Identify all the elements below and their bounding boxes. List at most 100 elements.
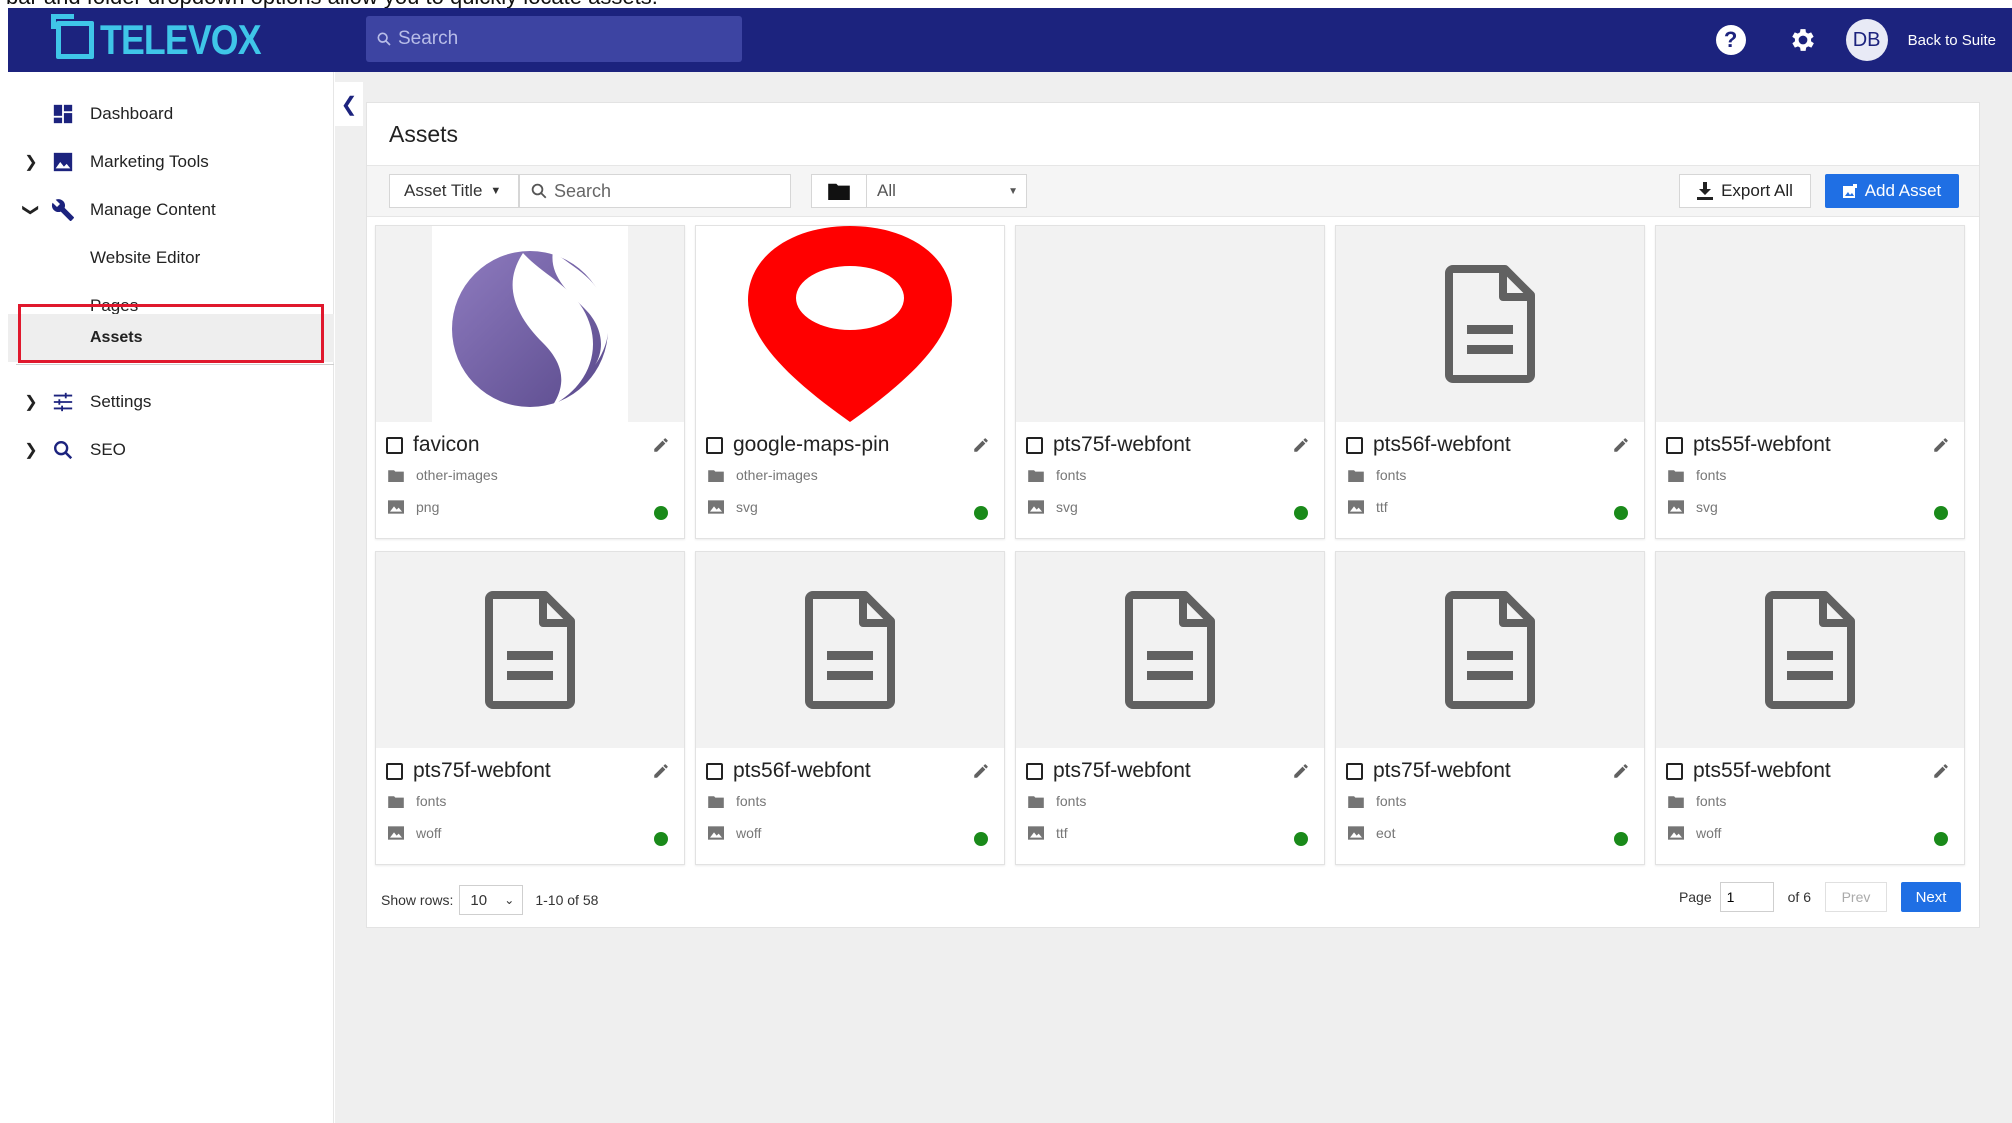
rows-per-page-select[interactable]: 10 ⌄ [459,885,524,915]
asset-checkbox[interactable] [1026,437,1043,454]
assets-toolbar: Asset Title▼ All▼ Export All Add Asset [367,165,1979,217]
asset-card[interactable]: pts55f-webfont fonts woff [1655,551,1965,865]
asset-thumbnail[interactable] [696,226,1004,422]
edit-icon[interactable] [1292,762,1310,780]
document-icon [1445,265,1535,383]
image-icon [708,500,724,514]
chevron-right-icon[interactable]: ❯ [24,392,38,412]
global-search[interactable] [366,16,742,62]
status-indicator [1294,832,1308,846]
asset-folder: fonts [1348,467,1406,483]
asset-checkbox[interactable] [1666,763,1683,780]
search-icon [531,183,547,199]
gear-icon[interactable] [1788,25,1818,55]
sidebar-item-dashboard[interactable]: Dashboard [8,94,334,134]
image-icon [1028,500,1044,514]
asset-card[interactable]: pts56f-webfont fonts woff [695,551,1005,865]
asset-thumbnail[interactable] [1656,552,1964,748]
televox-logo[interactable]: TELEVOX [51,14,289,64]
chevron-down-icon[interactable]: ❯ [21,203,41,217]
asset-thumbnail[interactable] [1336,226,1644,422]
chevron-right-icon[interactable]: ❯ [24,152,38,172]
edit-icon[interactable] [972,436,990,454]
asset-checkbox[interactable] [706,763,723,780]
folder-icon [708,469,724,482]
image-icon [1028,826,1044,840]
asset-thumbnail[interactable] [376,552,684,748]
asset-card[interactable]: pts75f-webfont fonts svg [1015,225,1325,539]
asset-thumbnail[interactable] [1016,226,1324,422]
page-number-input[interactable] [1719,882,1774,912]
asset-thumbnail[interactable] [696,552,1004,748]
asset-checkbox[interactable] [1346,763,1363,780]
logo-mark-icon [51,14,94,59]
asset-thumbnail[interactable] [1336,552,1644,748]
document-icon [1445,591,1535,709]
sidebar-item-seo[interactable]: ❯ SEO [8,430,334,470]
edit-icon[interactable] [1612,436,1630,454]
asset-checkbox[interactable] [1666,437,1683,454]
global-search-input[interactable] [398,28,718,50]
collapse-sidebar-button[interactable]: ❮ [335,82,363,126]
asset-card[interactable]: pts75f-webfont fonts eot [1335,551,1645,865]
asset-search-input[interactable] [554,180,774,202]
edit-icon[interactable] [1612,762,1630,780]
edit-icon[interactable] [1932,436,1950,454]
sidebar-item-website-editor[interactable]: Website Editor [8,238,334,278]
caption-text: bar and folder dropdown options allow yo… [0,0,2012,8]
folder-icon [828,183,850,200]
asset-checkbox[interactable] [706,437,723,454]
assets-panel: Assets Asset Title▼ All▼ Export All Add … [366,102,1980,928]
sidebar-item-manage-content[interactable]: ❯ Manage Content [8,190,334,230]
edit-icon[interactable] [652,762,670,780]
sidebar-item-assets[interactable]: Assets [8,314,334,362]
edit-icon[interactable] [652,436,670,454]
asset-card[interactable]: pts56f-webfont fonts ttf [1335,225,1645,539]
asset-thumbnail[interactable] [1656,226,1964,422]
asset-name: pts75f-webfont [1373,759,1511,782]
status-indicator [1934,506,1948,520]
asset-type: svg [1668,499,1718,515]
asset-checkbox[interactable] [386,763,403,780]
asset-card[interactable]: google-maps-pin other-images svg [695,225,1005,539]
asset-checkbox[interactable] [386,437,403,454]
back-to-suite-link[interactable]: Back to Suite [1908,32,1996,49]
sidebar-item-settings[interactable]: ❯ Settings [8,382,334,422]
image-icon [1348,826,1364,840]
folder-button[interactable] [811,174,867,208]
image-icon [1348,500,1364,514]
export-all-button[interactable]: Export All [1679,174,1811,208]
asset-type: svg [708,499,758,515]
map-pin-image [748,226,952,422]
asset-thumbnail[interactable] [376,226,684,422]
asset-thumbnail[interactable] [1016,552,1324,748]
folder-select[interactable]: All ▼ [867,174,1027,208]
dashboard-icon [50,101,76,127]
help-icon[interactable]: ? [1715,25,1746,55]
asset-card[interactable]: pts75f-webfont fonts ttf [1015,551,1325,865]
asset-name: google-maps-pin [733,433,890,456]
asset-card[interactable]: favicon other-images png [375,225,685,539]
asset-name: pts75f-webfont [1053,433,1191,456]
user-avatar[interactable]: DB [1845,19,1888,61]
download-icon [1697,182,1714,200]
caret-down-icon: ▼ [490,185,502,197]
asset-type: ttf [1028,825,1068,841]
asset-folder: fonts [388,793,446,809]
asset-card[interactable]: pts75f-webfont fonts woff [375,551,685,865]
prev-page-button[interactable]: Prev [1825,882,1887,912]
rows-control: Show rows: 10 ⌄ 1-10 of 58 [381,885,598,915]
sidebar-item-marketing-tools[interactable]: ❯ Marketing Tools [8,142,334,182]
edit-icon[interactable] [972,762,990,780]
asset-card[interactable]: pts55f-webfont fonts svg [1655,225,1965,539]
edit-icon[interactable] [1932,762,1950,780]
filter-field-select[interactable]: Asset Title ▼ [389,174,519,208]
edit-icon[interactable] [1292,436,1310,454]
chevron-right-icon[interactable]: ❯ [24,440,38,460]
asset-search[interactable] [519,174,791,208]
asset-checkbox[interactable] [1026,763,1043,780]
add-asset-button[interactable]: Add Asset [1825,174,1959,208]
asset-checkbox[interactable] [1346,437,1363,454]
status-indicator [1294,506,1308,520]
next-page-button[interactable]: Next [1901,882,1961,912]
